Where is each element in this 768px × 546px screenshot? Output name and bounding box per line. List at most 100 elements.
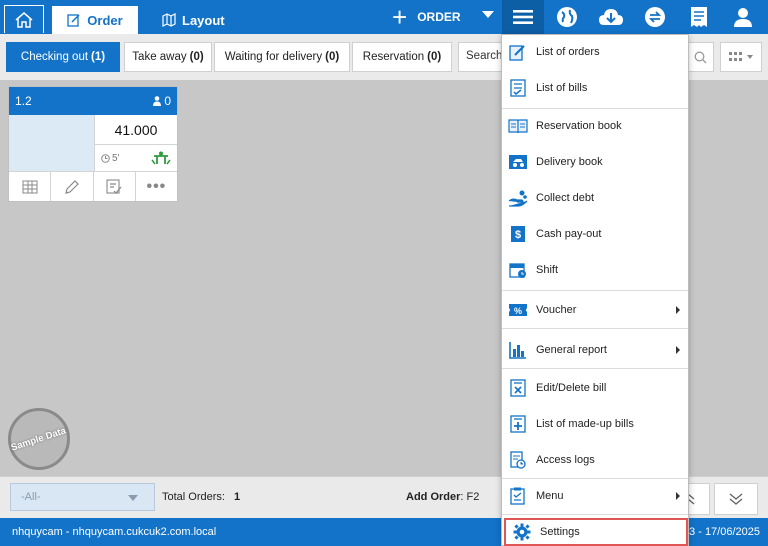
menu-item-collect-debt[interactable]: Collect debt bbox=[502, 184, 688, 212]
tab-checking-out-count: (1) bbox=[91, 51, 106, 63]
menu-item-shift[interactable]: Shift bbox=[502, 256, 688, 284]
table-grid-button[interactable] bbox=[9, 172, 52, 201]
menu-item-delivery-book[interactable]: Delivery book bbox=[502, 148, 688, 176]
receipt-icon bbox=[691, 7, 707, 27]
menu-item-edit-delete-bill[interactable]: Edit/Delete bill bbox=[502, 374, 688, 402]
menu-item-cash-pay-out[interactable]: $ Cash pay-out bbox=[502, 220, 688, 248]
menu-separator bbox=[502, 108, 688, 109]
scroll-down-button[interactable] bbox=[714, 483, 758, 515]
sync-icon bbox=[645, 7, 665, 27]
order-card-items-area bbox=[9, 115, 95, 171]
user-icon bbox=[734, 8, 752, 27]
menu-item-general-report[interactable]: General report bbox=[502, 336, 688, 364]
menu-item-list-of-bills[interactable]: List of bills bbox=[502, 74, 688, 102]
coin-hand-icon bbox=[507, 187, 529, 209]
chevron-down-icon bbox=[128, 495, 138, 501]
menu-item-label: Shift bbox=[536, 264, 559, 276]
order-meta: 5' bbox=[95, 145, 177, 171]
area-select-value: -All- bbox=[21, 491, 41, 503]
order-card[interactable]: 1.2 0 41.000 5' ••• bbox=[8, 86, 178, 202]
chevron-right-icon bbox=[676, 346, 680, 354]
menu-item-label: List of made-up bills bbox=[536, 418, 634, 430]
edit-order-button[interactable] bbox=[51, 172, 94, 201]
menu-item-label: General report bbox=[536, 344, 607, 356]
chevron-down-icon[interactable] bbox=[482, 11, 494, 18]
menu-item-settings[interactable]: Settings bbox=[504, 518, 688, 546]
delivery-icon bbox=[507, 151, 529, 173]
person-icon bbox=[153, 96, 162, 106]
clock-icon bbox=[101, 153, 110, 163]
tab-reservation[interactable]: Reservation (0) bbox=[352, 42, 452, 72]
order-card-summary: 41.000 5' bbox=[95, 115, 177, 171]
menu-item-voucher[interactable]: % Voucher bbox=[502, 296, 688, 324]
svg-text:$: $ bbox=[515, 229, 521, 241]
sync-button[interactable] bbox=[642, 4, 668, 30]
menu-separator bbox=[502, 368, 688, 369]
add-order-shortcut: Add Order: F2 bbox=[406, 491, 479, 503]
cloud-download-icon bbox=[599, 9, 623, 25]
tab-order-label: Order bbox=[87, 12, 123, 28]
menu-book-icon bbox=[507, 485, 529, 507]
tab-reservation-count: (0) bbox=[427, 51, 442, 63]
tab-waiting-delivery-label: Waiting for delivery bbox=[224, 51, 323, 63]
menu-item-reservation-book[interactable]: Reservation book bbox=[502, 112, 688, 140]
hamburger-icon bbox=[513, 10, 533, 24]
home-button[interactable] bbox=[4, 5, 44, 33]
menu-separator bbox=[502, 478, 688, 479]
menu-item-access-logs[interactable]: Access logs bbox=[502, 446, 688, 474]
menu-item-label: List of bills bbox=[536, 82, 588, 94]
tab-waiting-delivery[interactable]: Waiting for delivery (0) bbox=[214, 42, 350, 72]
tab-order[interactable]: Order bbox=[52, 6, 138, 34]
search-input[interactable]: Search bbox=[458, 42, 504, 72]
globe-button[interactable] bbox=[554, 4, 580, 30]
add-order-shortcut-label: Add Order bbox=[406, 491, 461, 503]
map-icon bbox=[162, 13, 176, 27]
menu-separator bbox=[502, 328, 688, 329]
menu-item-label: Reservation book bbox=[536, 120, 622, 132]
receipt-button[interactable] bbox=[686, 4, 712, 30]
pencil-icon bbox=[65, 179, 79, 194]
grid-icon bbox=[729, 52, 742, 61]
elapsed-time-value: 5' bbox=[112, 152, 120, 164]
delete-bill-icon bbox=[507, 377, 529, 399]
edit-list-icon bbox=[507, 41, 529, 63]
total-orders-value: 1 bbox=[234, 491, 241, 503]
menu-item-list-of-orders[interactable]: List of orders bbox=[502, 38, 688, 66]
search-button[interactable] bbox=[688, 42, 714, 72]
tab-layout-label: Layout bbox=[182, 12, 225, 28]
menu-item-label: Access logs bbox=[536, 454, 595, 466]
menu-item-made-up-bills[interactable]: List of made-up bills bbox=[502, 410, 688, 438]
edit-note-icon bbox=[67, 14, 80, 27]
tab-checking-out[interactable]: Checking out (1) bbox=[6, 42, 120, 72]
area-select[interactable]: -All- bbox=[10, 483, 155, 511]
table-grid-icon bbox=[22, 180, 38, 193]
cloud-download-button[interactable] bbox=[598, 4, 624, 30]
session-date: 3 - 17/06/2025 bbox=[689, 526, 760, 538]
more-options-button[interactable]: ••• bbox=[136, 172, 177, 201]
svg-text:%: % bbox=[514, 306, 522, 316]
add-order-shortcut-key: : F2 bbox=[460, 491, 480, 503]
tab-take-away-label: Take away bbox=[132, 51, 187, 63]
tab-take-away[interactable]: Take away (0) bbox=[124, 42, 212, 72]
add-order-label: ORDER bbox=[417, 10, 461, 24]
home-icon bbox=[15, 11, 33, 28]
menu-item-label: Delivery book bbox=[536, 156, 603, 168]
menu-item-label: Voucher bbox=[536, 304, 577, 316]
order-card-header: 1.2 0 bbox=[9, 87, 177, 115]
bar-chart-icon bbox=[507, 339, 529, 361]
checkout-button[interactable] bbox=[94, 172, 136, 201]
menu-item-label: Settings bbox=[540, 526, 580, 538]
chevron-down-icon bbox=[747, 55, 753, 59]
tab-checking-out-label: Checking out bbox=[20, 51, 89, 63]
cash-icon: $ bbox=[507, 223, 529, 245]
user-button[interactable] bbox=[730, 4, 756, 30]
add-order-button[interactable]: + ORDER bbox=[392, 4, 461, 30]
tab-layout[interactable]: Layout bbox=[150, 6, 240, 34]
plus-icon: + bbox=[392, 2, 408, 32]
tab-reservation-label: Reservation bbox=[362, 51, 425, 63]
menu-item-menu[interactable]: Menu bbox=[502, 482, 688, 510]
menu-item-label: Menu bbox=[536, 490, 564, 502]
hamburger-menu-button[interactable] bbox=[502, 0, 544, 34]
view-mode-button[interactable] bbox=[720, 42, 762, 72]
book-icon bbox=[507, 115, 529, 137]
